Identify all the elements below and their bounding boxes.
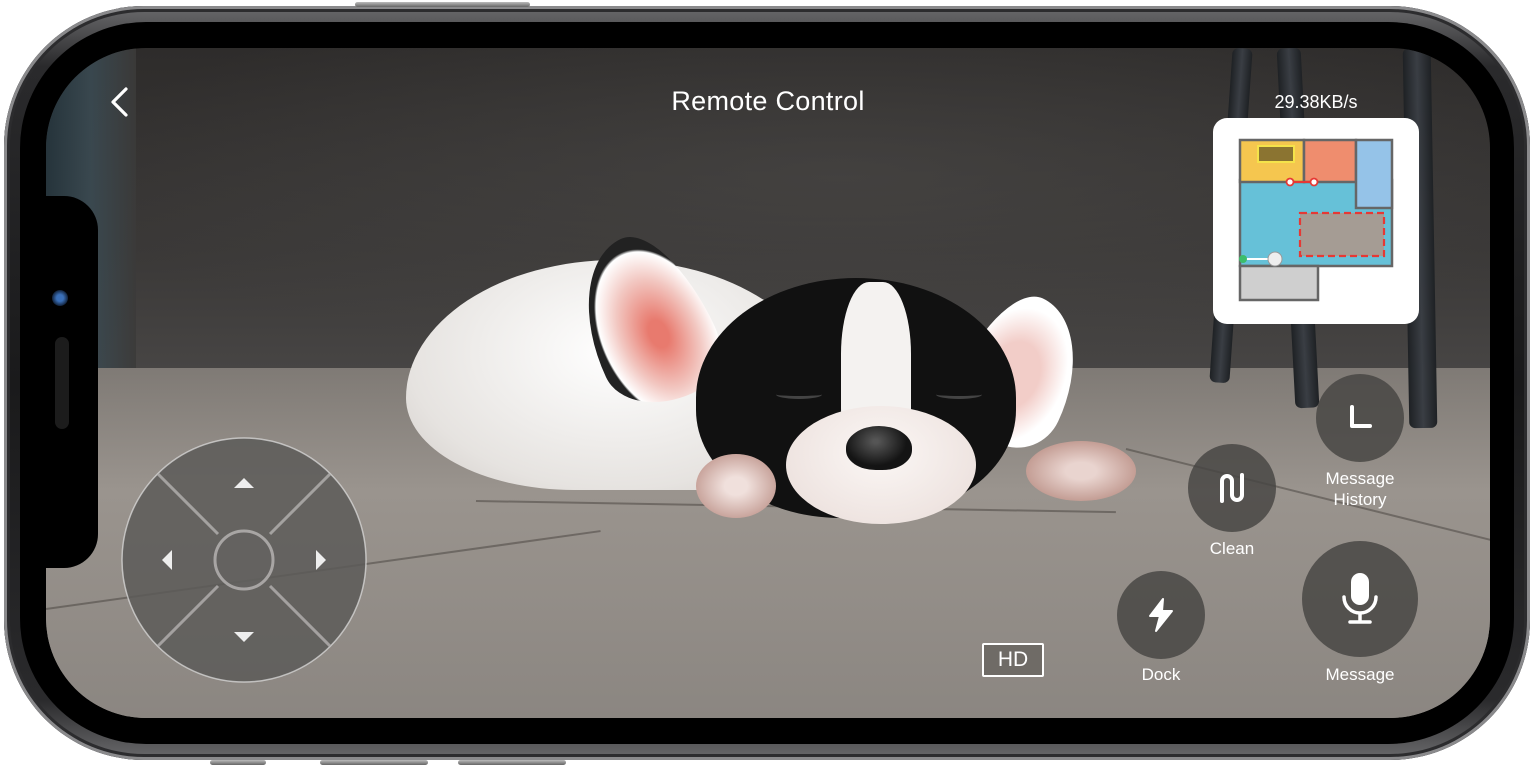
hd-quality-toggle[interactable]: HD — [982, 643, 1044, 677]
direction-pad[interactable] — [120, 436, 368, 684]
microphone-icon — [1342, 573, 1378, 624]
floor-map-drawing — [1238, 138, 1394, 302]
floor-map-minimap[interactable] — [1213, 118, 1419, 324]
dock-button[interactable] — [1117, 571, 1205, 659]
furniture-bed — [1257, 145, 1295, 163]
puppy-nose — [846, 426, 912, 470]
virtual-wall-end — [1309, 177, 1319, 187]
puppy-image — [406, 218, 1136, 536]
puppy-eye — [776, 390, 822, 399]
message-button[interactable] — [1302, 541, 1418, 657]
no-go-zone — [1298, 211, 1386, 258]
puppy-paw — [1026, 441, 1136, 501]
side-button-bottom-2 — [320, 760, 428, 765]
center-button[interactable] — [213, 529, 275, 591]
clean-path-icon — [1220, 473, 1244, 503]
clean-button[interactable] — [1188, 444, 1276, 532]
dock-label: Dock — [1141, 665, 1181, 684]
robot-marker — [1267, 251, 1283, 267]
room-bath — [1238, 264, 1320, 302]
clock-hands-icon — [1350, 405, 1372, 428]
side-button-bottom-3 — [458, 760, 566, 765]
message-label: Message — [1325, 665, 1395, 684]
side-button-top — [355, 2, 530, 7]
side-button-bottom-1 — [210, 760, 266, 765]
message-history-label: Message History — [1300, 468, 1420, 510]
transfer-rate: 29.38KB/s — [1274, 92, 1358, 112]
puppy-eye — [936, 390, 982, 399]
direction-pad-drawing — [121, 437, 367, 683]
clean-label: Clean — [1209, 539, 1255, 558]
message-history-button[interactable] — [1316, 374, 1404, 462]
puppy-paw — [696, 454, 776, 518]
message-history-label-line2: History — [1333, 490, 1387, 509]
message-history-label-line1: Message — [1325, 469, 1395, 488]
dock-marker — [1239, 255, 1247, 263]
virtual-wall-end — [1285, 177, 1295, 187]
room-kitchen — [1302, 138, 1358, 184]
lightning-bolt-icon — [1149, 598, 1173, 632]
earpiece-speaker — [55, 337, 69, 429]
room-study — [1354, 138, 1394, 210]
front-camera — [52, 290, 68, 306]
